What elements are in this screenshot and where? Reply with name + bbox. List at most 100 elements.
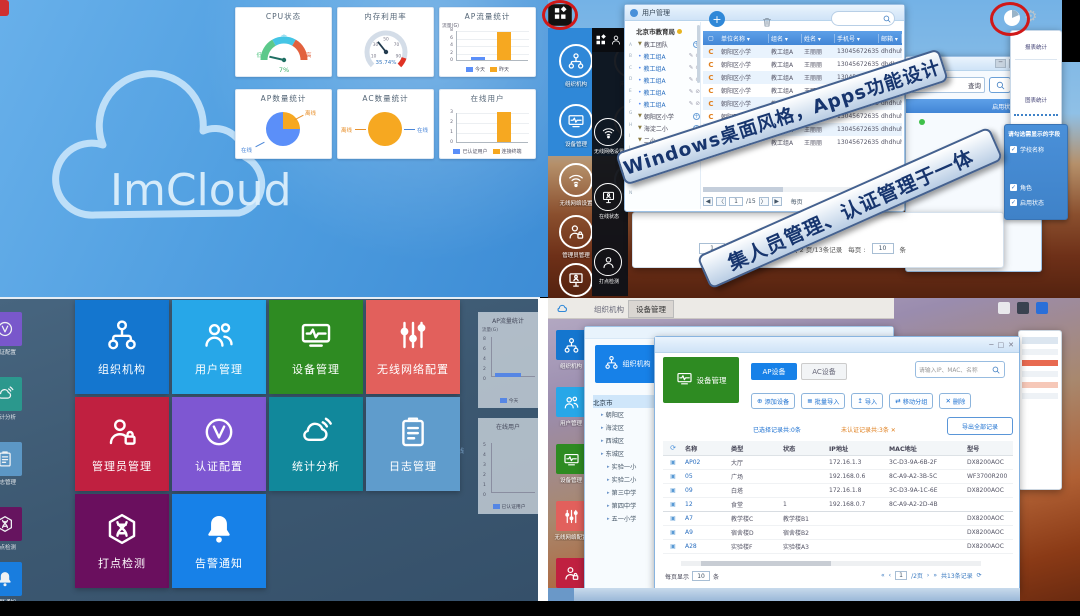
search-button[interactable] <box>989 77 1011 93</box>
taskbar-start[interactable] <box>548 588 574 601</box>
search-icon[interactable] <box>991 360 1001 379</box>
table-row[interactable]: ▣AP02大厅172.16.1.33C-D3-9A-6B-2FDX8200AOC <box>663 456 1013 470</box>
toolbar-button-移动分组[interactable]: ⇄移动分组 <box>889 393 933 409</box>
column-header-姓名[interactable]: 姓名 ▾ <box>802 34 835 43</box>
tab-ac[interactable]: AC设备 <box>801 363 847 380</box>
taskbar[interactable] <box>548 588 1020 601</box>
chooser-field-row[interactable]: ✓角色 <box>1010 183 1032 192</box>
index-letter[interactable]: F <box>629 97 637 108</box>
tree-item[interactable]: •教工组A✎⊘ <box>638 98 700 110</box>
column-header-状态[interactable]: 状态 <box>781 444 827 453</box>
org-tree-item[interactable]: ▸西城区 <box>593 434 663 447</box>
toolbar-button-删除[interactable]: ✕删除 <box>939 393 971 409</box>
org-tree-item[interactable]: ▸第四中学 <box>593 499 663 512</box>
toolbar-button-添加设备[interactable]: ⊕添加设备 <box>751 393 795 409</box>
dark-icon-circle[interactable] <box>594 248 622 276</box>
desktop-icon[interactable] <box>1017 302 1029 314</box>
add-node-icon[interactable]: + <box>693 113 700 120</box>
tile-设备管理[interactable]: 设备管理 <box>269 300 363 394</box>
checkbox-checked-icon[interactable]: ✓ <box>1010 184 1017 191</box>
org-tree-item[interactable]: 北京市 <box>593 395 663 408</box>
org-tree-item[interactable]: ▸实验一小 <box>593 460 663 473</box>
select-all-checkbox[interactable]: ▢ <box>703 35 719 42</box>
row-checkbox[interactable]: ▣ <box>663 515 683 522</box>
org-tree-item[interactable]: ▸实验二小 <box>593 473 663 486</box>
row-checkbox[interactable]: ▣ <box>663 487 683 494</box>
link-cell[interactable]: C <box>703 100 719 108</box>
edit-icon[interactable]: ✎ <box>689 53 694 59</box>
user-app-icon[interactable] <box>610 31 622 50</box>
tree-item[interactable]: •教工组A✎⊘ <box>638 50 700 62</box>
tile-用户管理[interactable]: 用户管理 <box>172 300 266 394</box>
sidebar-item-管理员管理[interactable] <box>556 558 586 588</box>
row-checkbox[interactable]: ▣ <box>663 501 683 508</box>
link-cell[interactable]: C <box>703 61 719 69</box>
sidebar-item-用户管理[interactable] <box>556 387 586 417</box>
rail-tile-告警通知[interactable] <box>0 562 22 596</box>
last-page-button[interactable]: ▶ <box>772 197 782 206</box>
tile-告警通知[interactable]: 告警通知 <box>172 494 266 588</box>
tile-组织机构[interactable]: 组织机构 <box>75 300 169 394</box>
org-tree-item[interactable]: ▸朝阳区 <box>593 408 663 421</box>
chooser-field-row[interactable]: ✓学校名称 <box>1010 145 1044 154</box>
scroll-thumb[interactable] <box>703 187 783 192</box>
table-row[interactable]: C朝阳区小学教工组A王丽丽13045672635dhdhuhk@ <box>703 45 902 58</box>
per-page-select[interactable]: 10 <box>692 571 710 581</box>
index-letter[interactable]: H <box>629 120 637 131</box>
index-letter[interactable]: I <box>629 131 637 142</box>
prev-page-button[interactable]: 〈 <box>716 197 726 206</box>
next-page-button[interactable]: 〉 <box>759 197 769 206</box>
edit-icon[interactable]: ✎ <box>689 101 694 107</box>
row-checkbox[interactable]: ▣ <box>663 473 683 480</box>
column-header-手机号[interactable]: 手机号 ▾ <box>835 34 879 43</box>
edit-icon[interactable]: ✎ <box>689 65 694 71</box>
tab-device-active[interactable]: 设备管理 <box>628 300 674 318</box>
minimize-button[interactable]: ─ <box>989 341 993 349</box>
org-tree-item[interactable]: ▸东城区 <box>593 447 663 460</box>
row-checkbox[interactable]: ▣ <box>663 459 683 466</box>
row-checkbox[interactable]: ▣ <box>663 529 683 536</box>
checkbox-checked-icon[interactable]: ✓ <box>1010 199 1017 206</box>
minimize-button[interactable]: ─ <box>995 59 1006 68</box>
export-button[interactable]: 导出全部记录 <box>947 417 1013 435</box>
column-header-名称[interactable]: 名称 <box>683 444 729 453</box>
tree-root[interactable]: 北京市教育局 <box>636 26 682 36</box>
link-cell[interactable]: C <box>703 48 719 56</box>
index-letter[interactable]: D <box>629 74 637 85</box>
device-header-tile[interactable]: 设备管理 <box>663 357 739 403</box>
dark-icon-circle[interactable] <box>594 118 622 146</box>
sidebar-item-组织机构[interactable] <box>556 330 586 360</box>
tile-无线网络配置[interactable]: 无线网络配置 <box>366 300 460 394</box>
prev-page-button[interactable]: ‹ <box>889 572 891 579</box>
start-grid-icon[interactable] <box>595 31 607 50</box>
table-row[interactable]: ▣A9宿舍楼D宿舍楼B2DX8200AOC <box>663 526 1013 540</box>
stats-item[interactable]: 图表统计 <box>1011 68 1061 104</box>
toolbar-button-批量导入[interactable]: ≣批量导入 <box>801 393 845 409</box>
tab-org[interactable]: 组织机构 <box>594 304 624 315</box>
tile-打点检测[interactable]: 打点检测 <box>75 494 169 588</box>
page-input[interactable]: 1 <box>729 197 743 206</box>
column-header-单位名称[interactable]: 单位名称 ▾ <box>719 34 769 43</box>
tree-item[interactable]: ▼教工团队+ <box>638 38 700 50</box>
tab-ap[interactable]: AP设备 <box>751 363 797 380</box>
sidebar-item-设备管理[interactable] <box>556 444 586 474</box>
sidebar-item-无线网络配置[interactable] <box>556 501 586 531</box>
column-header-IP地址[interactable]: IP地址 <box>827 444 887 453</box>
chooser-field-row[interactable]: ✓启用状态 <box>1010 198 1044 207</box>
rail-tile-认证配置[interactable] <box>0 312 22 346</box>
index-letter[interactable]: B <box>629 51 637 62</box>
table-row[interactable]: ▣A28实验楼F实验楼A3DX8200AOC <box>663 540 1013 554</box>
column-header-组名[interactable]: 组名 ▾ <box>769 34 802 43</box>
window-titlebar[interactable]: ─ □ ✕ <box>655 337 1019 353</box>
tree-item[interactable]: ▼朝阳区小学+ <box>638 110 700 122</box>
next-page-button[interactable]: › <box>927 572 929 579</box>
column-header-MAC地址[interactable]: MAC地址 <box>887 444 965 453</box>
tile-管理员管理[interactable]: 管理员管理 <box>75 397 169 491</box>
tree-item[interactable]: •教工组A✎⊘ <box>638 62 700 74</box>
first-page-button[interactable]: ◀ <box>703 197 713 206</box>
tree-item[interactable]: •教工组A✎⊘ <box>638 86 700 98</box>
scroll-thumb[interactable] <box>701 561 831 566</box>
last-page-button[interactable]: » <box>933 572 937 579</box>
search-box[interactable]: 请输入IP、MAC、名称 <box>915 361 1005 378</box>
rail-tile-统计分析[interactable] <box>0 377 22 411</box>
